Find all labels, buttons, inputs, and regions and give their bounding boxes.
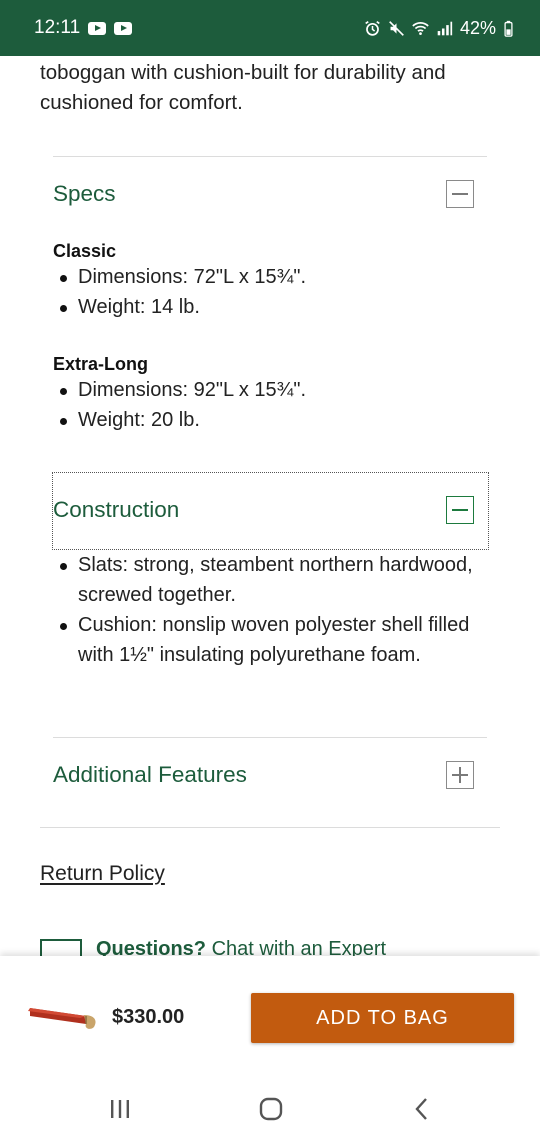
product-thumbnail [28, 1008, 96, 1029]
spec-list: Dimensions: 92"L x 15¾". Weight: 20 lb. [53, 375, 493, 435]
construction-title: Construction [53, 497, 180, 522]
additional-features-accordion-header[interactable]: Additional Features [53, 737, 487, 813]
signal-icon [437, 21, 453, 35]
recents-icon[interactable] [90, 1078, 150, 1140]
list-item: Dimensions: 92"L x 15¾". [53, 375, 493, 405]
add-to-bag-button[interactable]: ADD TO BAG [251, 993, 514, 1043]
list-item: Weight: 14 lb. [53, 292, 493, 322]
home-icon[interactable] [241, 1078, 301, 1140]
questions-label: Questions? [96, 938, 207, 956]
spec-list: Dimensions: 72"L x 15¾". Weight: 14 lb. [53, 262, 493, 322]
status-time: 12:11 [34, 17, 81, 38]
alarm-icon [365, 20, 380, 36]
battery-percent: 42% [459, 17, 496, 38]
list-item: Cushion: nonslip woven polyester shell f… [53, 610, 493, 670]
additional-features-title: Additional Features [53, 762, 247, 787]
list-item: Dimensions: 72"L x 15¾". [53, 262, 493, 292]
spec-group-title: Extra-Long [53, 354, 149, 374]
chat-with-expert[interactable]: Questions? Chat with an Expert [40, 938, 386, 956]
price: $330.00 [112, 1006, 185, 1028]
status-bar: 12:11 42% [0, 0, 540, 56]
product-details: toboggan with cushion-built for durabili… [0, 56, 540, 956]
construction-accordion-header[interactable]: Construction [53, 472, 487, 548]
specs-accordion-header[interactable]: Specs [53, 156, 487, 232]
list-item: Weight: 20 lb. [53, 405, 493, 435]
youtube-icon [88, 21, 107, 35]
youtube-icon [114, 21, 133, 35]
spec-group-title: Classic [53, 241, 117, 261]
battery-icon [504, 20, 513, 37]
collapse-icon[interactable] [446, 496, 474, 524]
product-description: toboggan with cushion-built for durabili… [40, 61, 446, 114]
construction-list: Slats: strong, steambent northern hardwo… [53, 550, 493, 670]
system-nav-bar [0, 1078, 540, 1140]
divider [40, 827, 500, 828]
specs-title: Specs [53, 181, 116, 206]
chat-link[interactable]: Chat with an Expert [212, 938, 387, 956]
collapse-icon[interactable] [446, 180, 474, 208]
wifi-icon [412, 21, 429, 35]
chat-icon [40, 938, 82, 956]
return-policy-link[interactable]: Return Policy [40, 862, 165, 886]
mute-icon [389, 20, 404, 36]
expand-icon[interactable] [446, 761, 474, 789]
list-item: Slats: strong, steambent northern hardwo… [53, 550, 493, 610]
back-icon[interactable] [392, 1078, 452, 1140]
purchase-bar: $330.00 ADD TO BAG [0, 956, 540, 1078]
